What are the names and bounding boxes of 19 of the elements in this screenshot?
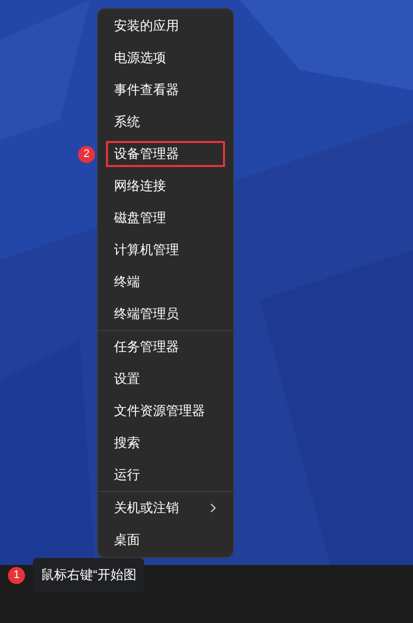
menu-item[interactable]: 搜索 — [106, 430, 225, 456]
menu-item[interactable]: 安装的应用 — [106, 13, 225, 39]
menu-item[interactable]: 系统 — [106, 109, 225, 135]
menu-item[interactable]: 电源选项 — [106, 45, 225, 71]
menu-item[interactable]: 终端管理员 — [106, 301, 225, 327]
menu-item[interactable]: 网络连接 — [106, 173, 225, 199]
menu-item[interactable]: 设备管理器 — [106, 141, 225, 167]
menu-item[interactable]: 运行 — [106, 462, 225, 488]
menu-item[interactable]: 终端 — [106, 269, 225, 295]
menu-item[interactable]: 桌面 — [106, 527, 225, 553]
menu-item[interactable]: 文件资源管理器 — [106, 398, 225, 424]
menu-item[interactable]: 磁盘管理 — [106, 205, 225, 231]
menu-item[interactable]: 任务管理器 — [106, 334, 225, 360]
menu-item[interactable]: 计算机管理 — [106, 237, 225, 263]
chevron-right-icon — [209, 503, 217, 513]
menu-item[interactable]: 关机或注销 — [106, 495, 225, 521]
menu-item[interactable]: 事件查看器 — [106, 77, 225, 103]
menu-item[interactable]: 设置 — [106, 366, 225, 392]
tooltip: 鼠标右键“开始图 — [33, 558, 144, 592]
